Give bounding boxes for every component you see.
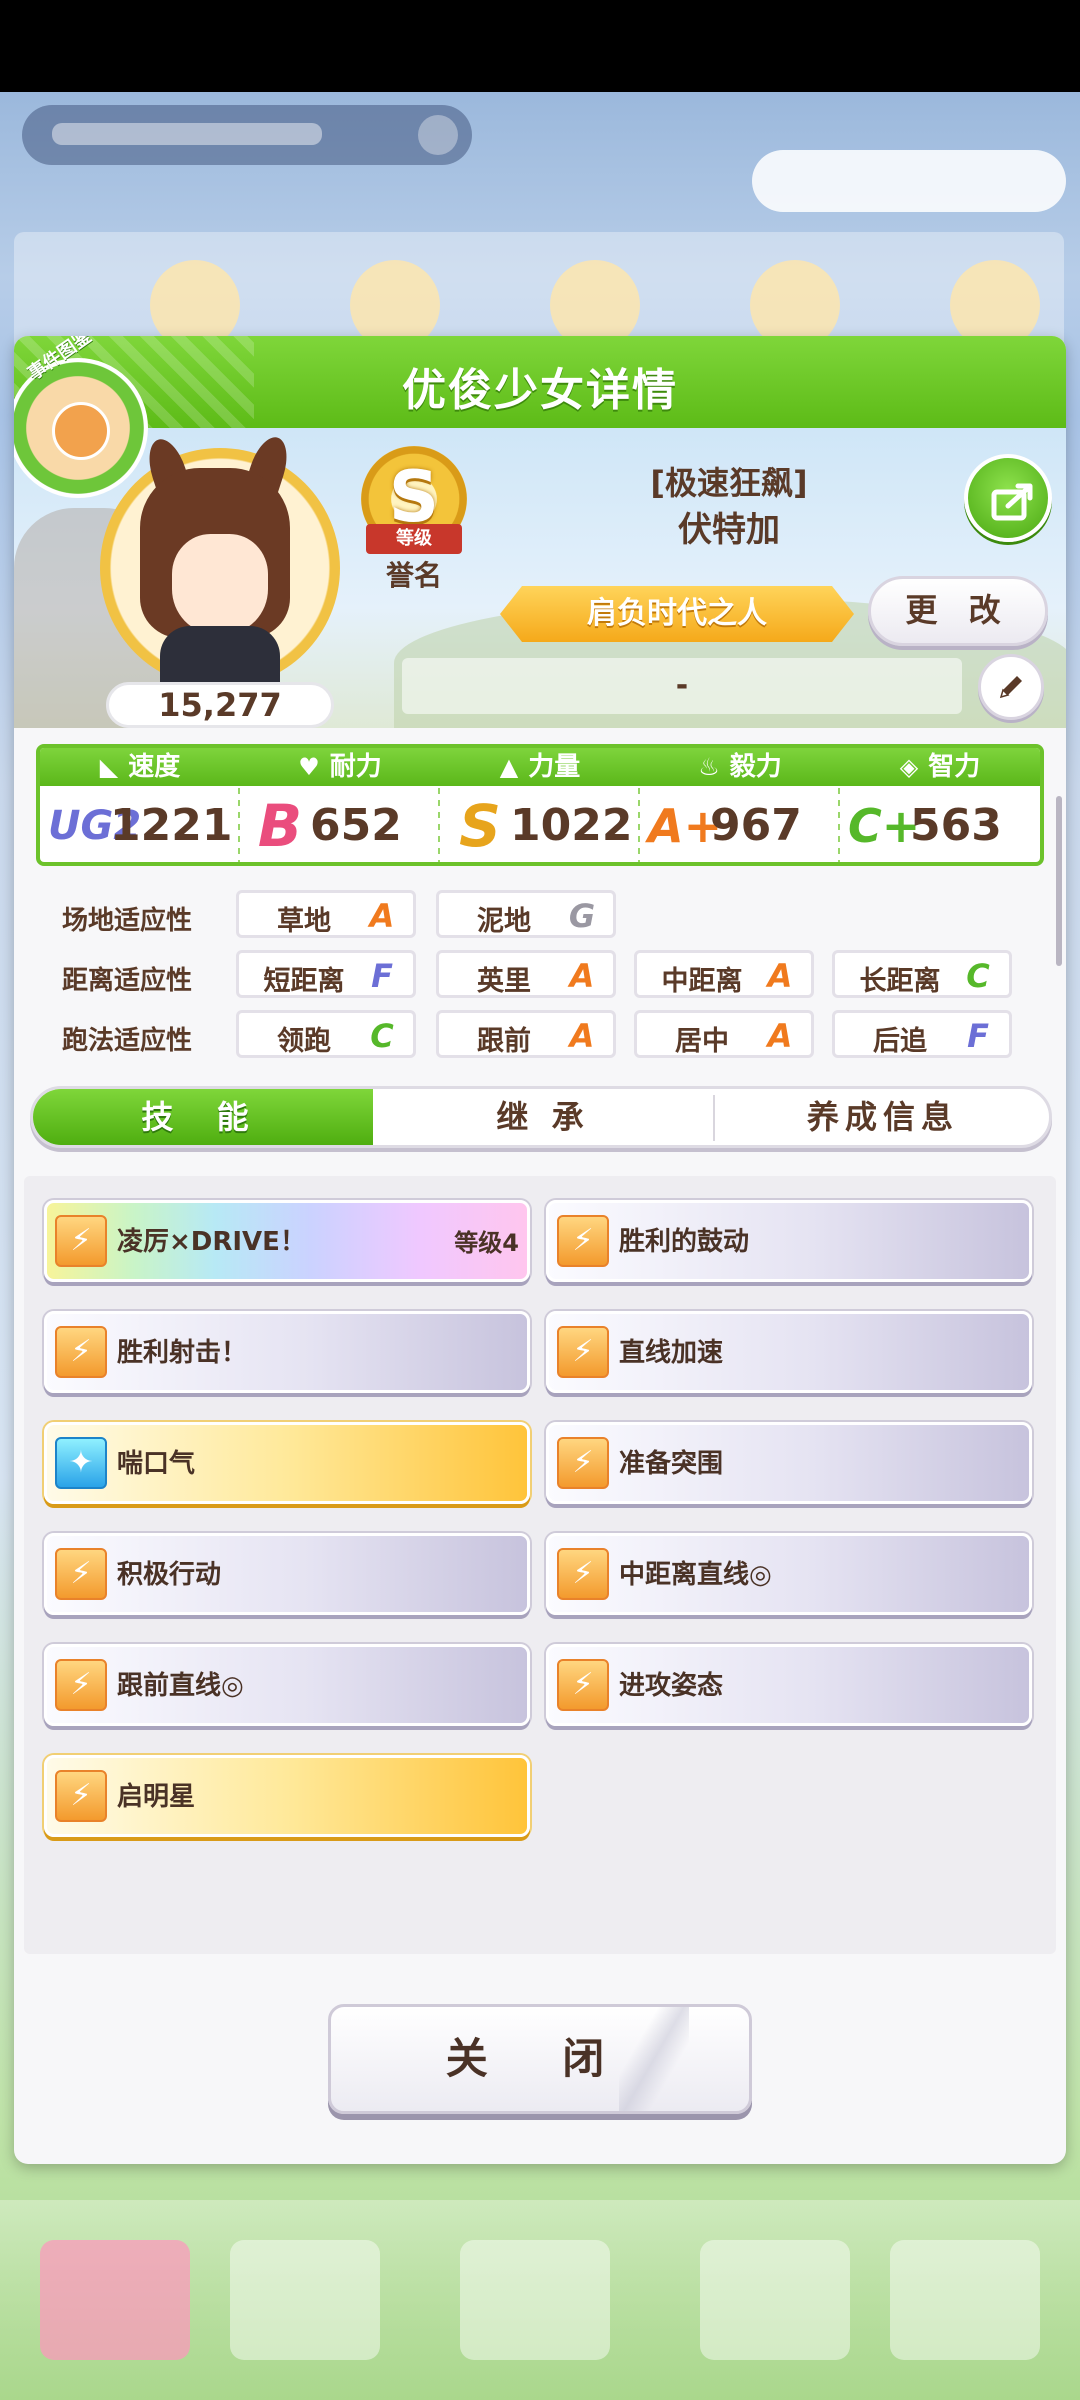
subtitle-field: - — [402, 658, 962, 714]
speed-skill-icon: ⚡ — [557, 1326, 609, 1378]
sparkle-skill-icon: ✦ — [55, 1437, 107, 1489]
stat-value: 967 — [710, 800, 802, 851]
stat-header: ♥ 耐力 — [240, 748, 440, 786]
skill-item[interactable]: ⚡ 跟前直线◎ — [44, 1644, 530, 1726]
stat-grade: A+ — [648, 799, 723, 853]
stat-power: ▲ 力量 S 1022 — [440, 748, 640, 862]
background-search-bar — [22, 105, 472, 165]
stat-header: ◣ 速度 — [40, 748, 240, 786]
rank-ribbon: 等级 — [366, 524, 462, 554]
skill-item[interactable]: ⚡ 凌厉×DRIVE！ 等级4 — [44, 1200, 530, 1282]
skill-item[interactable]: ⚡ 直线加速 — [546, 1311, 1032, 1393]
speed-skill-icon: ⚡ — [557, 1659, 609, 1711]
stat-value: 1221 — [110, 800, 233, 851]
shoe-icon: ◣ — [99, 753, 119, 781]
stat-header: ◈ 智力 — [840, 748, 1040, 786]
speed-skill-icon: ⚡ — [55, 1659, 107, 1711]
skill-item[interactable]: ⚡ 准备突围 — [546, 1422, 1032, 1504]
skill-level: 等级4 — [454, 1229, 519, 1257]
speed-skill-icon: ⚡ — [557, 1437, 609, 1489]
graduation-cap-icon: ◈ — [899, 753, 919, 781]
skill-item[interactable]: ⚡ 胜利的鼓动 — [546, 1200, 1032, 1282]
dialog-header: 优俊少女详情 — [14, 336, 1066, 428]
stat-header: ♨ 毅力 — [640, 748, 840, 786]
skill-item[interactable]: ✦ 喘口气 — [44, 1422, 530, 1504]
costume-title: [极速狂飙] — [650, 464, 808, 502]
stat-value: 652 — [310, 800, 402, 851]
scrollbar[interactable] — [1056, 796, 1062, 966]
background-nav-tile — [460, 2240, 610, 2360]
speed-skill-icon: ⚡ — [557, 1215, 609, 1267]
stat-grade: S — [459, 792, 501, 860]
speed-skill-icon: ⚡ — [55, 1326, 107, 1378]
character-thumbnail — [52, 402, 110, 460]
background-nav-tile — [890, 2240, 1040, 2360]
close-button[interactable]: 关 闭 — [328, 2004, 752, 2114]
stat-value: 563 — [910, 800, 1002, 851]
rank-label: 誉名 — [385, 559, 442, 592]
event-gallery-badge[interactable]: 事件图鉴 — [14, 336, 148, 498]
heart-icon: ♥ — [298, 753, 320, 781]
aptitude-chip: 后追 F — [832, 1010, 1012, 1058]
epithet-banner: 肩负时代之人 — [500, 586, 854, 642]
stat-value: 1022 — [510, 800, 633, 851]
stat-stamina: ♥ 耐力 B 652 — [240, 748, 440, 862]
score-value: 15,277 — [106, 682, 334, 728]
character-avatar — [100, 432, 340, 688]
share-button[interactable] — [964, 454, 1052, 542]
pencil-icon — [999, 676, 1022, 699]
muscle-icon: ▲ — [499, 753, 519, 781]
skill-item[interactable]: ⚡ 胜利射击！ — [44, 1311, 530, 1393]
skill-item[interactable]: ⚡ 中距离直线◎ — [546, 1533, 1032, 1615]
stat-grade: B — [257, 792, 303, 860]
speed-skill-icon: ⚡ — [55, 1770, 107, 1822]
aptitude-chip: 跟前 A — [436, 1010, 616, 1058]
stat-guts: ♨ 毅力 A+ 967 — [640, 748, 840, 862]
speed-skill-icon: ⚡ — [55, 1215, 107, 1267]
speed-skill-icon: ⚡ — [557, 1548, 609, 1600]
character-name: 伏特加 — [678, 510, 780, 550]
aptitude-chip: 短距离 F — [236, 950, 416, 998]
tab-inheritance[interactable]: 继 承 — [373, 1089, 713, 1145]
stat-wisdom: ◈ 智力 C+ 563 — [840, 748, 1040, 862]
distance-aptitude-label: 距离适应性 — [62, 966, 193, 996]
background-nav-tile — [230, 2240, 380, 2360]
skill-item[interactable]: ⚡ 进攻姿态 — [546, 1644, 1032, 1726]
background-button — [752, 150, 1066, 212]
tab-training-info[interactable]: 养成信息 — [713, 1089, 1049, 1145]
share-icon — [991, 483, 1033, 521]
tab-skills[interactable]: 技 能 — [33, 1089, 373, 1145]
dialog-title: 优俊少女详情 — [402, 365, 678, 416]
aptitude-chip: 英里 A — [436, 950, 616, 998]
skill-item[interactable]: ⚡ 启明星 — [44, 1755, 530, 1837]
background-nav-tile — [40, 2240, 190, 2360]
style-aptitude-label: 跑法适应性 — [62, 1026, 193, 1056]
stat-header: ▲ 力量 — [440, 748, 640, 786]
aptitude-chip: 领跑 C — [236, 1010, 416, 1058]
speed-skill-icon: ⚡ — [55, 1548, 107, 1600]
change-button[interactable]: 更 改 — [868, 576, 1048, 646]
status-bar — [0, 0, 1080, 92]
aptitude-chip: 居中 A — [634, 1010, 814, 1058]
aptitude-chip: 泥地 G — [436, 890, 616, 938]
stats-panel: ◣ 速度 UG2 1221 ♥ 耐力 B 652 ▲ 力量 S 1022 ♨ 毅力 A+… — [36, 744, 1044, 866]
stat-speed: ◣ 速度 UG2 1221 — [40, 748, 240, 862]
detail-tabs: 技 能 继 承 养成信息 — [30, 1086, 1052, 1148]
aptitude-chip: 草地 A — [236, 890, 416, 938]
track-aptitude-label: 场地适应性 — [62, 906, 193, 936]
aptitude-chip: 中距离 A — [634, 950, 814, 998]
background-nav-tile — [700, 2240, 850, 2360]
skill-item[interactable]: ⚡ 积极行动 — [44, 1533, 530, 1615]
stat-grade: UG2 — [48, 803, 142, 849]
aptitude-chip: 长距离 C — [832, 950, 1012, 998]
edit-button[interactable] — [978, 654, 1044, 720]
character-detail-dialog: 优俊少女详情 事件图鉴 15,277 S 等级 誉名 [极速狂飙] 伏特加 肩负… — [14, 336, 1066, 2164]
stat-grade: C+ — [848, 799, 921, 853]
flame-icon: ♨ — [698, 753, 720, 781]
